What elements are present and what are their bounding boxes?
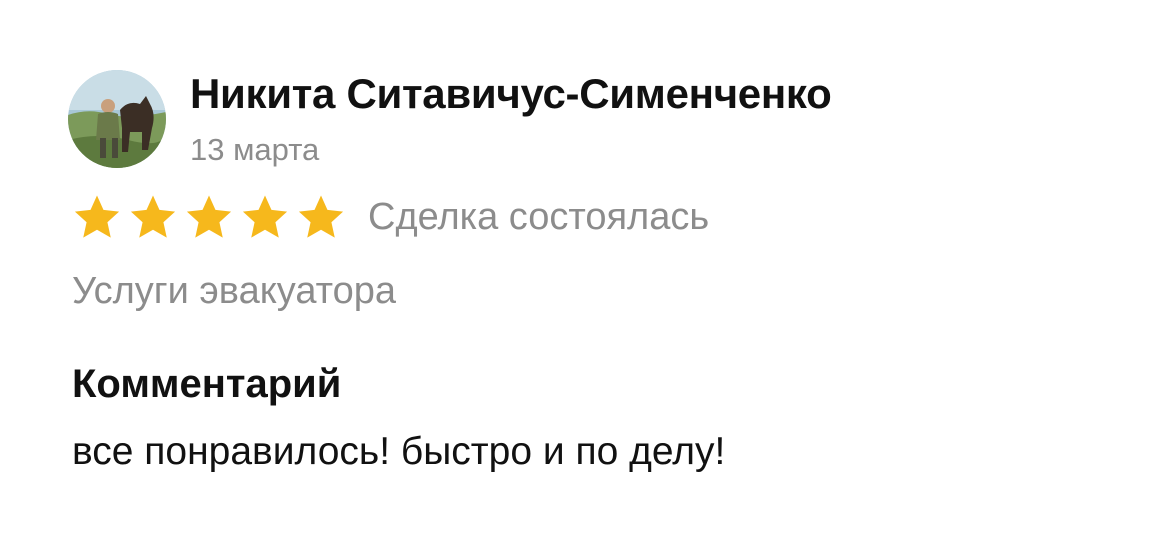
deal-status: Сделка состоялась	[368, 195, 710, 238]
comment-text: все понравилось! быстро и по делу!	[72, 430, 726, 473]
star-icon	[186, 195, 232, 238]
review-date: 13 марта	[190, 132, 320, 167]
review-card: Никита Ситавичус-Сименченко 13 марта Сде…	[0, 0, 1170, 542]
star-icon	[74, 195, 120, 238]
service-name: Услуги эвакуатора	[72, 270, 397, 312]
avatar[interactable]	[68, 70, 166, 168]
comment-heading: Комментарий	[72, 362, 342, 406]
star-rating	[72, 193, 346, 241]
author-name[interactable]: Никита Ситавичус-Сименченко	[190, 70, 832, 118]
rating-row: Сделка состоялась	[72, 192, 709, 242]
avatar-photo	[68, 70, 166, 168]
star-icon	[242, 195, 288, 238]
star-icon	[130, 195, 176, 238]
star-icon	[298, 195, 344, 238]
